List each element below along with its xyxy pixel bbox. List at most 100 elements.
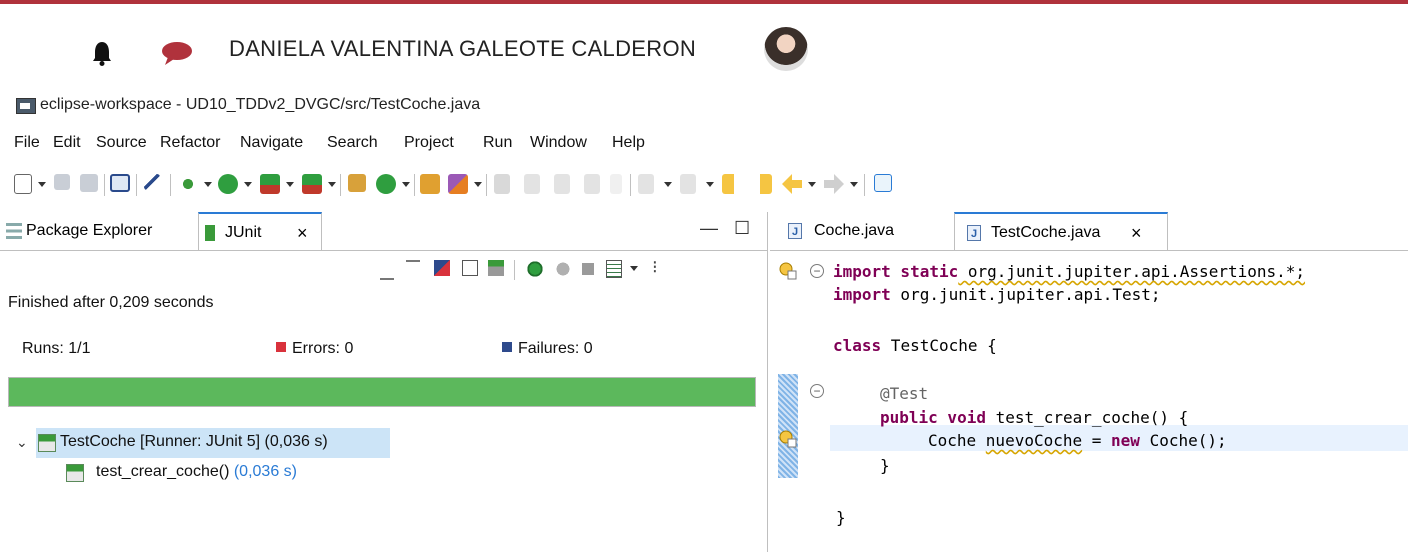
warning-icon[interactable]	[779, 430, 797, 448]
java-file-icon: J	[967, 225, 981, 241]
minimize-icon[interactable]: —	[700, 218, 718, 239]
menu-navigate[interactable]: Navigate	[240, 134, 303, 152]
block-selection-icon[interactable]	[554, 174, 570, 194]
run-icon[interactable]	[218, 174, 238, 194]
tab-junit[interactable]: JUnit ×	[198, 212, 322, 250]
console-icon[interactable]	[110, 174, 130, 192]
prev-annotation-icon[interactable]	[680, 174, 696, 194]
menu-file[interactable]: File	[14, 134, 40, 152]
rerun-test-icon[interactable]	[526, 260, 544, 278]
history-dropdown-icon[interactable]	[630, 266, 638, 271]
open-type-icon[interactable]	[420, 174, 440, 194]
tab-package-explorer[interactable]: Package Explorer	[0, 212, 198, 250]
back-dropdown-icon[interactable]	[808, 182, 816, 187]
fold-collapse-icon[interactable]: −	[810, 264, 824, 278]
eclipse-window-icon	[16, 98, 36, 114]
show-failures-only-icon[interactable]	[434, 260, 450, 276]
menu-edit[interactable]: Edit	[53, 134, 81, 152]
skip-breakpoints-icon[interactable]	[144, 174, 160, 190]
tab-label: Package Explorer	[26, 222, 153, 239]
code-line-3[interactable]: class TestCoche {	[833, 336, 997, 355]
open-perspective-icon[interactable]	[874, 174, 892, 192]
keyword: import static	[833, 262, 959, 281]
code-line-7[interactable]: }	[880, 456, 890, 475]
debug-icon[interactable]	[178, 174, 198, 194]
code-text: org.junit.jupiter.api.Assertions.*;	[958, 262, 1306, 281]
bell-icon[interactable]	[92, 40, 112, 66]
coverage-icon[interactable]	[260, 174, 280, 194]
run-dropdown-icon[interactable]	[244, 182, 252, 187]
menu-source[interactable]: Source	[96, 134, 147, 152]
previous-failure-icon[interactable]	[406, 260, 420, 280]
last-edit-icon[interactable]	[722, 174, 742, 194]
menu-refactor[interactable]: Refactor	[160, 134, 220, 152]
view-menu-icon[interactable]: ⁝	[652, 258, 658, 278]
tree-item-test-crear-coche[interactable]: test_crear_coche() (0,036 s)	[0, 458, 767, 488]
show-whitespace-icon[interactable]	[584, 174, 600, 194]
test-run-history-icon[interactable]	[606, 260, 622, 278]
menu-search[interactable]: Search	[327, 134, 378, 152]
scroll-lock-icon[interactable]	[488, 260, 504, 276]
close-icon[interactable]: ×	[297, 214, 308, 252]
forward-icon[interactable]	[824, 174, 844, 194]
external-tools-icon[interactable]	[302, 174, 322, 194]
menu-help[interactable]: Help	[612, 134, 645, 152]
fold-collapse-icon[interactable]: −	[810, 384, 824, 398]
debug-dropdown-icon[interactable]	[204, 182, 212, 187]
user-name[interactable]: DANIELA VALENTINA GALEOTE CALDERON	[229, 36, 696, 62]
menu-project[interactable]: Project	[404, 134, 454, 152]
tree-item-label: TestCoche [Runner: JUnit 5] (0,036 s)	[60, 433, 328, 450]
next-annotation-icon[interactable]	[638, 174, 654, 194]
show-skipped-icon[interactable]	[462, 260, 478, 276]
external-tools-dropdown-icon[interactable]	[328, 182, 336, 187]
avatar[interactable]	[764, 27, 808, 71]
toggle-mark-icon[interactable]	[494, 174, 510, 194]
unused-variable: nuevoCoche	[985, 431, 1083, 450]
failures-count: Failures: 0	[502, 340, 593, 358]
new-dropdown-icon[interactable]	[38, 182, 46, 187]
toggle-highlight-icon[interactable]	[524, 174, 540, 194]
tab-label: TestCoche.java	[991, 224, 1101, 241]
close-icon[interactable]: ×	[1131, 214, 1142, 252]
editor-tab-bar: J Coche.java J TestCoche.java ×	[770, 212, 1408, 251]
forward-dropdown-icon[interactable]	[850, 182, 858, 187]
save-icon[interactable]	[54, 174, 70, 190]
warning-icon[interactable]	[779, 262, 797, 280]
next-annotation-dropdown-icon[interactable]	[664, 182, 672, 187]
window-title: eclipse-workspace - UD10_TDDv2_DVGC/src/…	[40, 96, 481, 113]
back-icon[interactable]	[782, 174, 802, 194]
code-line-1[interactable]: import static org.junit.jupiter.api.Asse…	[833, 262, 1305, 281]
new-class-icon[interactable]	[376, 174, 396, 194]
menu-run[interactable]: Run	[483, 134, 512, 152]
rerun-failed-first-icon[interactable]	[554, 260, 572, 278]
save-all-icon[interactable]	[80, 174, 98, 192]
maximize-icon[interactable]: ☐	[734, 218, 750, 239]
new-java-project-icon[interactable]	[348, 174, 366, 192]
new-class-dropdown-icon[interactable]	[402, 182, 410, 187]
chat-icon[interactable]	[160, 40, 194, 66]
junit-toolbar: ⁝	[380, 258, 760, 286]
keyword: import	[833, 285, 891, 304]
show-whitespace-chars-icon[interactable]	[610, 174, 622, 194]
stop-icon[interactable]	[582, 263, 594, 275]
tab-testcoche-java[interactable]: J TestCoche.java ×	[954, 212, 1168, 250]
coverage-dropdown-icon[interactable]	[286, 182, 294, 187]
next-failure-icon[interactable]	[380, 260, 394, 280]
code-text: org.junit.jupiter.api.Test;	[890, 285, 1161, 304]
toolbar-separator	[514, 260, 515, 280]
code-line-8[interactable]: }	[836, 508, 846, 527]
tab-coche-java[interactable]: J Coche.java	[770, 212, 954, 250]
tree-item-testcoche[interactable]: ⌄ TestCoche [Runner: JUnit 5] (0,036 s)	[0, 428, 767, 458]
code-line-5[interactable]: public void test_crear_coche() {	[880, 408, 1188, 427]
menu-window[interactable]: Window	[530, 134, 587, 152]
toolbar-separator	[340, 174, 341, 196]
chevron-down-icon[interactable]: ⌄	[16, 434, 28, 451]
search-dropdown-icon[interactable]	[474, 182, 482, 187]
forward-edit-icon[interactable]	[752, 174, 772, 194]
code-line-6[interactable]: Coche nuevoCoche = new Coche();	[928, 431, 1227, 450]
new-icon[interactable]	[14, 174, 32, 194]
search-icon[interactable]	[448, 174, 468, 194]
code-line-4[interactable]: @Test	[880, 384, 928, 403]
prev-annotation-dropdown-icon[interactable]	[706, 182, 714, 187]
code-line-2[interactable]: import org.junit.jupiter.api.Test;	[833, 285, 1161, 304]
